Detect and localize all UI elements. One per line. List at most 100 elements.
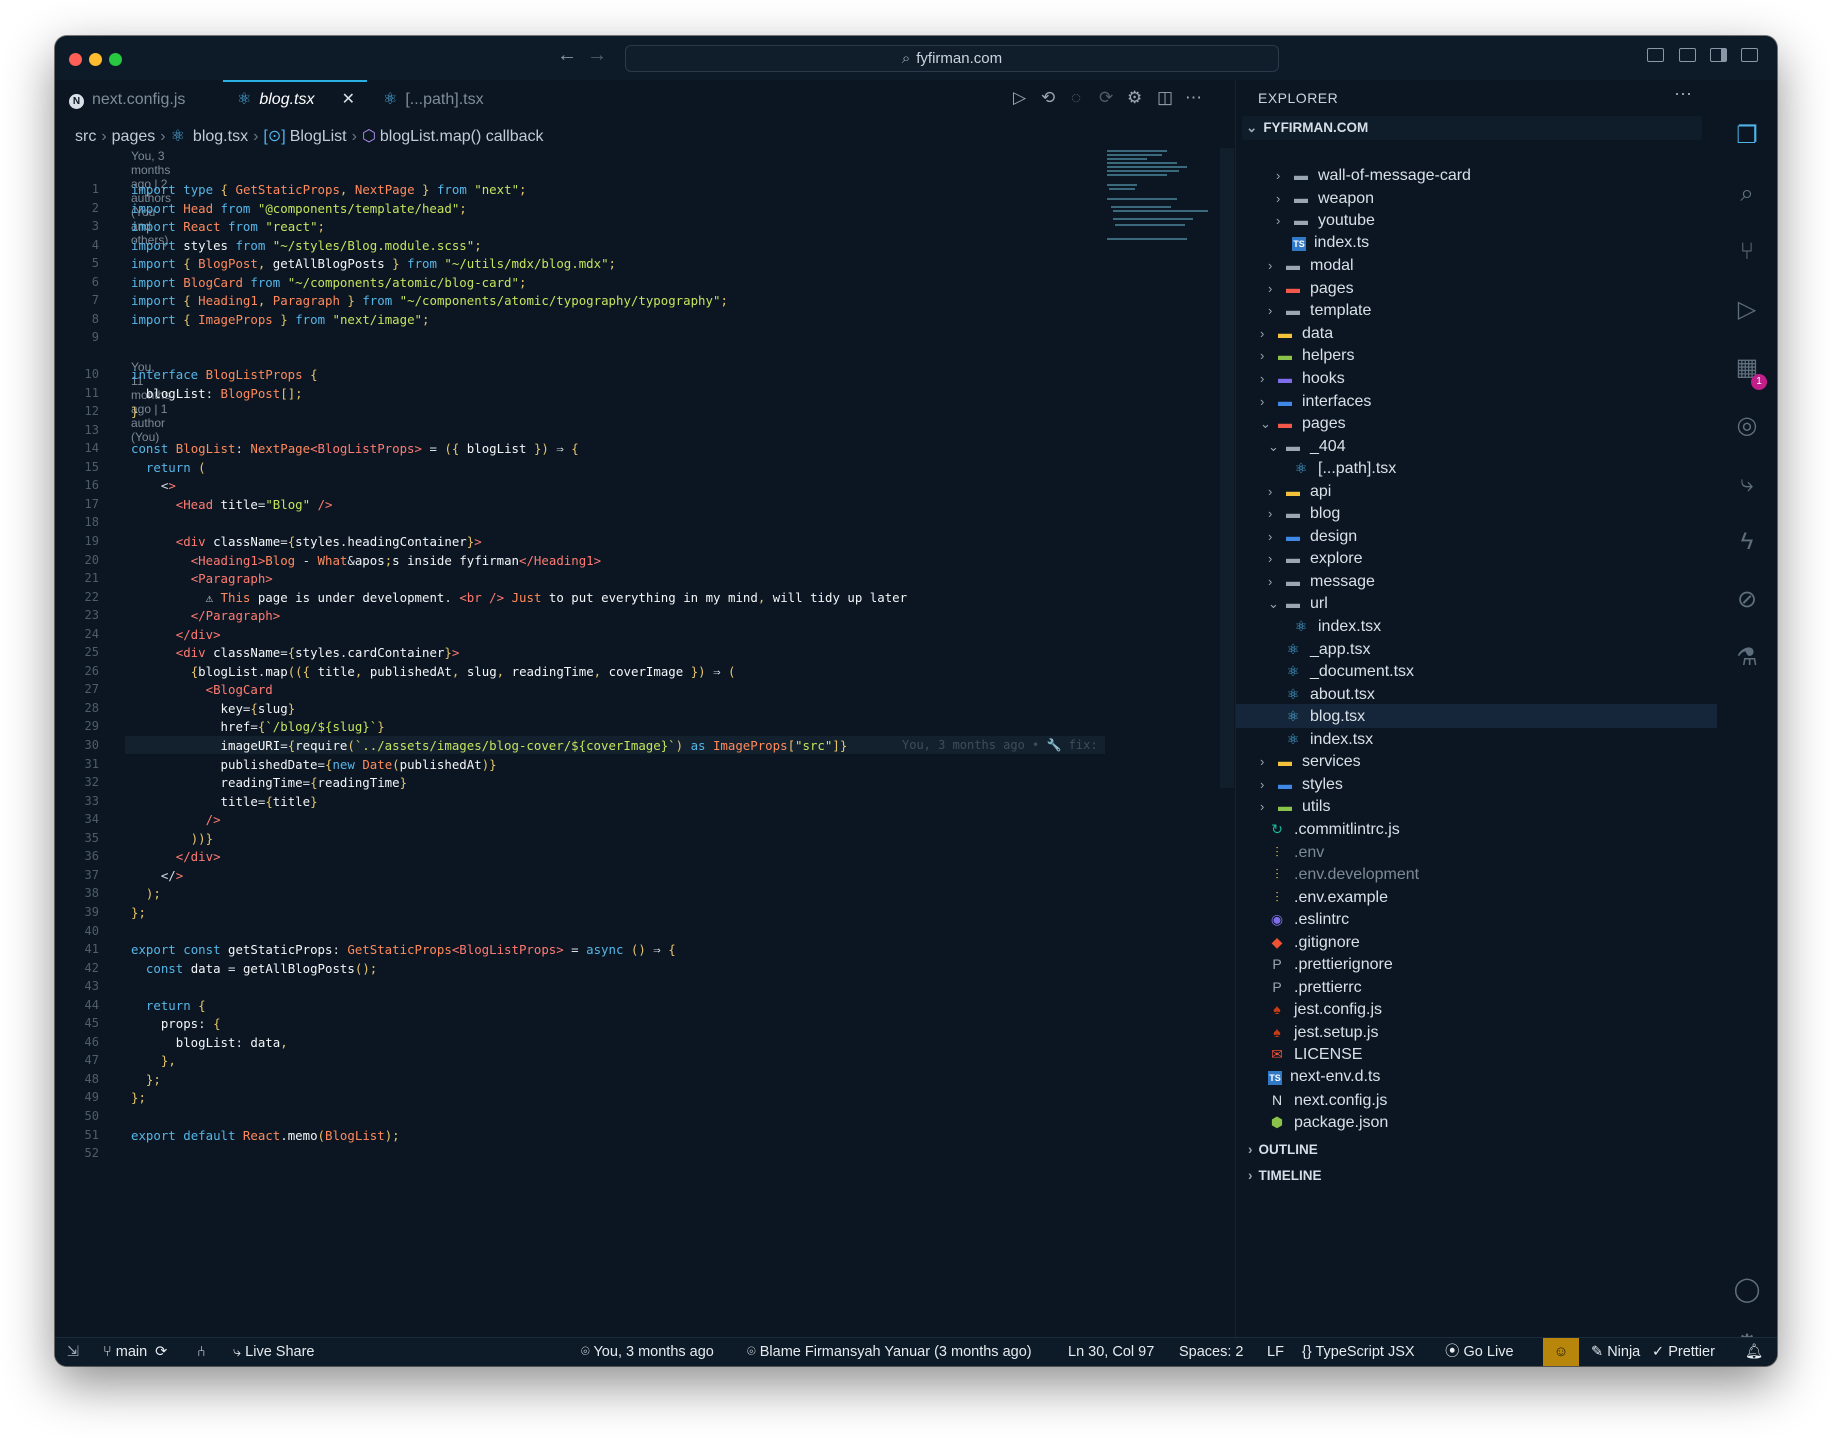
back-arrow-icon[interactable]: ← — [557, 44, 577, 67]
cursor-position[interactable]: Ln 30, Col 97 — [1068, 1338, 1154, 1366]
tree-file[interactable]: ✉ LICENSE — [1252, 1043, 1362, 1065]
branch-indicator[interactable]: ⑂ main ⟳ — [103, 1338, 167, 1366]
tab-next-config[interactable]: Nnext.config.js — [55, 80, 223, 120]
tree-file[interactable]: ↻ .commitlintrc.js — [1252, 818, 1400, 840]
tree-file[interactable]: ♠ jest.setup.js — [1252, 1021, 1378, 1043]
command-center-search[interactable]: ⌕ fyfirman.com — [625, 45, 1279, 72]
code-line[interactable]: import { ImageProps } from "next/image"; — [131, 312, 430, 327]
code-line[interactable]: </Paragraph> — [131, 608, 281, 623]
editor-scrollbar[interactable] — [1220, 148, 1234, 788]
tree-folder[interactable]: › ▬ data — [1260, 322, 1333, 344]
code-line[interactable]: return ( — [131, 460, 206, 475]
tree-file[interactable]: ⚛ _app.tsx — [1268, 638, 1371, 660]
code-line[interactable]: key={slug} — [131, 701, 296, 716]
toggle-secondary-sidebar-icon[interactable] — [1710, 48, 1727, 62]
code-line[interactable]: /> — [131, 812, 221, 827]
outline-section[interactable]: › OUTLINE — [1242, 1142, 1318, 1157]
code-line[interactable]: }; — [131, 1072, 161, 1087]
testing-icon[interactable]: ⚗ — [1733, 644, 1761, 672]
code-line[interactable]: export default React.memo(BlogList); — [131, 1128, 400, 1143]
tree-file[interactable]: ⚛ index.tsx — [1268, 728, 1373, 750]
code-line[interactable]: interface BlogListProps { — [131, 367, 318, 382]
code-line[interactable]: imageURI={require(`../assets/images/blog… — [131, 738, 848, 753]
code-line[interactable]: }; — [131, 1090, 146, 1105]
git-lens-icon[interactable]: ⚙ — [1127, 88, 1142, 108]
line-ending[interactable]: LF — [1267, 1338, 1284, 1366]
workspace-root[interactable]: ⌄ FYFIRMAN.COM — [1242, 116, 1702, 140]
tree-folder[interactable]: › ▬ blog — [1268, 502, 1340, 524]
tree-folder[interactable]: ⌄ ▬ pages — [1260, 412, 1346, 434]
tree-folder[interactable]: › ▬ weapon — [1276, 187, 1374, 209]
tree-file[interactable]: ♠ jest.config.js — [1252, 998, 1382, 1020]
live-share-icon[interactable]: ⤷ — [1733, 470, 1761, 498]
code-line[interactable]: } — [131, 404, 138, 419]
previous-change-icon[interactable]: ◌ — [1071, 88, 1081, 108]
split-editor-icon[interactable]: ◫ — [1157, 88, 1173, 108]
tree-folder[interactable]: › ▬ interfaces — [1260, 390, 1371, 412]
breadcrumb-symbol[interactable]: BlogList — [290, 128, 347, 145]
explorer-icon[interactable]: ❐ — [1733, 122, 1761, 150]
tree-folder[interactable]: › ▬ wall-of-message-card — [1276, 164, 1471, 186]
remote-indicator-icon[interactable]: ⇲ — [55, 1338, 91, 1366]
toggle-sidebar-icon[interactable] — [1647, 48, 1664, 62]
code-line[interactable]: ))} — [131, 831, 213, 846]
breadcrumb-file[interactable]: blog.tsx — [193, 128, 248, 145]
tab-blog-tsx[interactable]: ⚛ blog.tsx ✕ — [223, 80, 367, 120]
maximize-window-button[interactable] — [109, 53, 122, 66]
tree-folder[interactable]: › ▬ modal — [1268, 254, 1354, 276]
tree-file[interactable]: TS index.ts — [1276, 232, 1369, 254]
tree-folder[interactable]: › ▬ message — [1268, 570, 1375, 592]
tree-file[interactable]: P .prettierrc — [1252, 976, 1361, 998]
code-line[interactable]: <div className={styles.cardContainer}> — [131, 645, 460, 660]
minimap[interactable] — [1105, 148, 1215, 248]
language-mode[interactable]: {} TypeScript JSX — [1302, 1338, 1415, 1366]
blame-status[interactable]: ⌾ You, 3 months ago — [581, 1338, 714, 1366]
code-line[interactable]: export const getStaticProps: GetStaticPr… — [131, 942, 676, 957]
code-line[interactable]: <Heading1>Blog - What&apos;s inside fyfi… — [131, 553, 601, 568]
tree-folder[interactable]: ⌄ ▬ url — [1268, 592, 1328, 614]
tree-file[interactable]: ◆ .gitignore — [1252, 931, 1360, 953]
code-line[interactable]: blogList: data, — [131, 1035, 288, 1050]
tree-folder[interactable]: › ▬ api — [1268, 480, 1331, 502]
next-change-icon[interactable]: ⟳ — [1099, 88, 1113, 108]
code-line[interactable]: title={title} — [131, 794, 318, 809]
tree-folder[interactable]: › ▬ hooks — [1260, 367, 1345, 389]
source-control-icon[interactable]: ⑂ — [1733, 238, 1761, 266]
blame-full-status[interactable]: ⌾ Blame Firmansyah Yanuar (3 months ago) — [747, 1338, 1032, 1366]
code-line[interactable]: <Paragraph> — [131, 571, 273, 586]
tree-file[interactable]: Nnext.config.js — [1252, 1089, 1387, 1111]
tree-file[interactable]: ⚛ [...path].tsx — [1276, 457, 1397, 479]
code-line[interactable]: </div> — [131, 849, 221, 864]
breadcrumb-src[interactable]: src — [75, 128, 96, 145]
breadcrumb-callback[interactable]: blogList.map() callback — [380, 128, 544, 145]
git-graph-icon[interactable]: ⑃ — [197, 1338, 206, 1366]
tree-file[interactable]: ⫶ .env.development — [1252, 863, 1419, 885]
prettier-button[interactable]: ✓ Prettier — [1652, 1338, 1715, 1366]
accounts-icon[interactable]: ◯ — [1733, 1276, 1761, 1304]
tree-file[interactable]: ⬢ package.json — [1252, 1111, 1388, 1133]
remote-explorer-icon[interactable]: ◎ — [1733, 412, 1761, 440]
more-actions-icon[interactable]: ⋯ — [1185, 88, 1202, 108]
forward-arrow-icon[interactable]: → — [587, 44, 607, 67]
tree-folder[interactable]: › ▬ services — [1260, 750, 1361, 772]
code-line[interactable]: return { — [131, 998, 206, 1013]
tree-folder[interactable]: › ▬ explore — [1268, 547, 1362, 569]
tree-file[interactable]: ⫶ .env.example — [1252, 886, 1388, 908]
tree-file[interactable]: ⚛ index.tsx — [1276, 615, 1381, 637]
tree-file[interactable]: ⫶ .env — [1252, 841, 1324, 863]
code-line[interactable]: readingTime={readingTime} — [131, 775, 408, 790]
ninja-button[interactable]: ✎ Ninja — [1591, 1338, 1640, 1366]
code-line[interactable]: <> — [131, 478, 176, 493]
code-line[interactable]: }; — [131, 905, 146, 920]
breadcrumb-pages[interactable]: pages — [112, 128, 156, 145]
tree-file[interactable]: TS next-env.d.ts — [1252, 1066, 1380, 1088]
go-live-button[interactable]: ⦿ Go Live — [1445, 1338, 1514, 1366]
search-icon[interactable]: ⌕ — [1733, 180, 1761, 208]
tree-folder[interactable]: › ▬ utils — [1260, 795, 1330, 817]
code-line[interactable]: <Head title="Blog" /> — [131, 497, 333, 512]
code-line[interactable]: href={`/blog/${slug}`} — [131, 719, 385, 734]
code-line[interactable]: const BlogList: NextPage<BlogListProps> … — [131, 441, 579, 456]
code-line[interactable]: import { Heading1, Paragraph } from "~/c… — [131, 293, 728, 308]
code-line[interactable]: <BlogCard — [131, 682, 273, 697]
tab-path-tsx[interactable]: ⚛ [...path].tsx — [369, 80, 519, 120]
